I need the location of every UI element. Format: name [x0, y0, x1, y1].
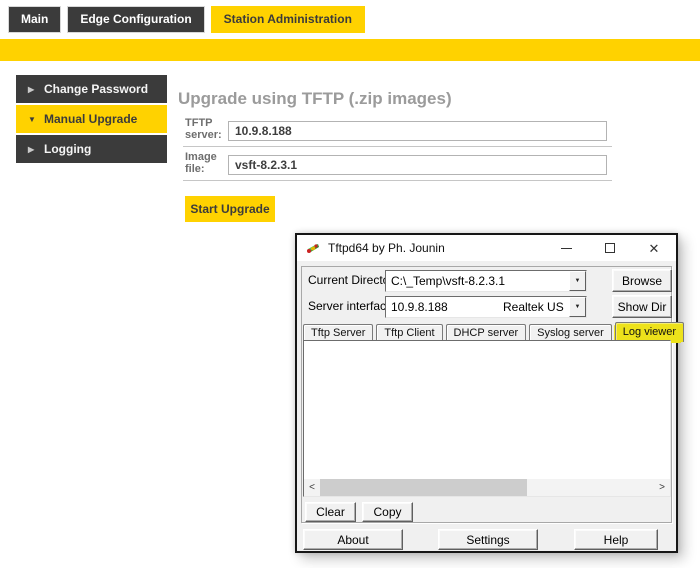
maximize-icon[interactable]	[588, 235, 632, 261]
sidebar-item-change-password[interactable]: ▶ Change Password	[16, 75, 167, 103]
top-navigation: Main Edge Configuration Station Administ…	[8, 6, 365, 33]
tftpd64-tabstrip: Tftp Server Tftp Client DHCP server Sysl…	[303, 322, 684, 342]
close-icon[interactable]: ✕	[632, 235, 676, 261]
page: Main Edge Configuration Station Administ…	[0, 0, 700, 568]
browse-button[interactable]: Browse	[612, 269, 672, 292]
chevron-right-icon: ▶	[28, 85, 40, 94]
sidebar-item-logging[interactable]: ▶ Logging	[16, 135, 167, 163]
about-button[interactable]: About	[303, 529, 403, 550]
server-interface-device: Realtek US	[503, 300, 567, 314]
tftp-server-row: TFTP server:	[183, 114, 612, 147]
accent-bar	[0, 39, 700, 61]
clear-button[interactable]: Clear	[305, 502, 356, 522]
horizontal-scrollbar: < >	[304, 479, 670, 496]
log-viewer-list[interactable]: < >	[303, 340, 671, 497]
sidebar: ▶ Change Password ▼ Manual Upgrade ▶ Log…	[16, 75, 167, 165]
dropdown-arrow-icon[interactable]: ▼	[569, 297, 586, 317]
tab-log-viewer[interactable]: Log viewer	[615, 322, 684, 342]
image-file-input[interactable]	[228, 155, 607, 175]
tab-edge-configuration[interactable]: Edge Configuration	[67, 6, 204, 33]
settings-button[interactable]: Settings	[438, 529, 538, 550]
tftpd64-window: Tftpd64 by Ph. Jounin ✕ Current Director…	[295, 233, 678, 553]
chevron-right-icon: ▶	[28, 145, 40, 154]
server-interface-ip: 10.9.8.188	[391, 300, 500, 314]
window-controls: ✕	[544, 235, 676, 261]
scroll-right-icon[interactable]: >	[654, 479, 670, 496]
tftp-server-input[interactable]	[228, 121, 607, 141]
minimize-icon[interactable]	[544, 235, 588, 261]
current-directory-value: C:\_Temp\vsft-8.2.3.1	[391, 274, 566, 288]
tab-station-administration[interactable]: Station Administration	[211, 6, 365, 33]
image-file-label: Image file:	[185, 151, 227, 175]
sidebar-item-label: Change Password	[44, 82, 148, 96]
window-title: Tftpd64 by Ph. Jounin	[328, 241, 445, 255]
server-interfaces-combobox[interactable]: 10.9.8.188 Realtek US ▼	[385, 296, 587, 318]
window-titlebar[interactable]: Tftpd64 by Ph. Jounin ✕	[297, 235, 676, 261]
scrollbar-track[interactable]	[527, 479, 654, 496]
scroll-left-icon[interactable]: <	[304, 479, 320, 496]
current-directory-combobox[interactable]: C:\_Temp\vsft-8.2.3.1 ▼	[385, 270, 587, 292]
show-dir-button[interactable]: Show Dir	[612, 295, 672, 318]
tftp-server-label: TFTP server:	[185, 117, 227, 141]
copy-button[interactable]: Copy	[362, 502, 413, 522]
tab-main[interactable]: Main	[8, 6, 61, 33]
start-upgrade-button[interactable]: Start Upgrade	[185, 196, 275, 222]
dropdown-arrow-icon[interactable]: ▼	[569, 271, 586, 291]
help-button[interactable]: Help	[574, 529, 658, 550]
tftpd64-app-icon	[305, 240, 321, 256]
sidebar-item-manual-upgrade[interactable]: ▼ Manual Upgrade	[16, 105, 167, 133]
window-body: Current Directory C:\_Temp\vsft-8.2.3.1 …	[297, 261, 676, 551]
sidebar-item-label: Manual Upgrade	[44, 112, 137, 126]
image-file-row: Image file:	[183, 148, 612, 181]
scrollbar-thumb[interactable]	[320, 479, 527, 496]
page-title: Upgrade using TFTP (.zip images)	[178, 89, 452, 109]
sidebar-item-label: Logging	[44, 142, 91, 156]
chevron-down-icon: ▼	[28, 115, 40, 124]
